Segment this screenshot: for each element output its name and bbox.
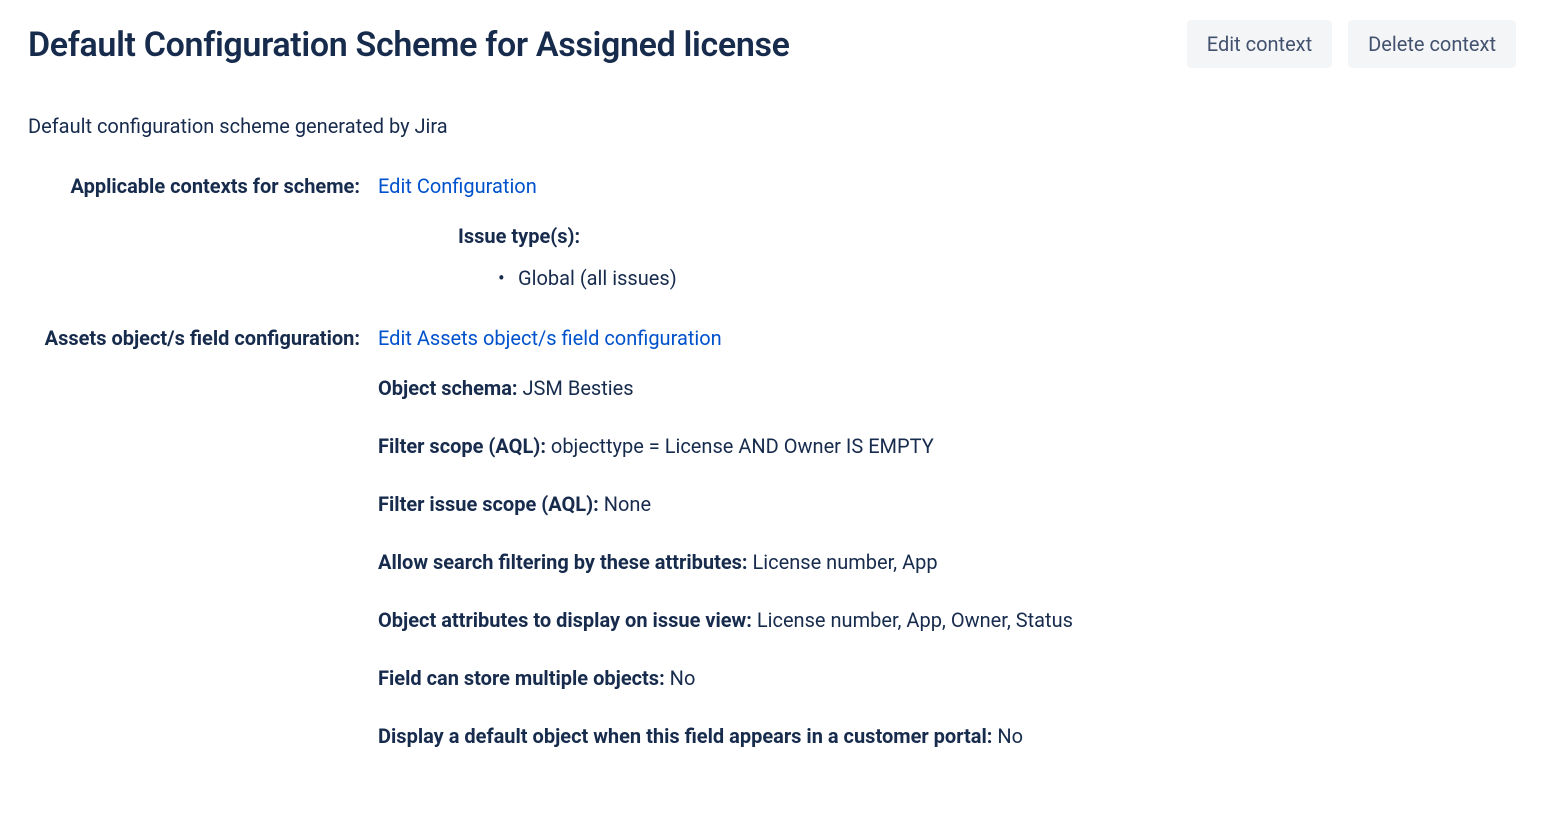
detail-value: None [599, 492, 651, 516]
detail-label: Filter issue scope (AQL): [378, 492, 599, 516]
detail-value: No [992, 724, 1023, 748]
detail-value: License number, App, Owner, Status [752, 608, 1073, 632]
assets-detail-item: Field can store multiple objects: No [378, 663, 1516, 693]
applicable-contexts-row: Applicable contexts for scheme: Edit Con… [28, 171, 1516, 293]
edit-context-button[interactable]: Edit context [1187, 20, 1332, 68]
action-buttons: Edit context Delete context [1187, 20, 1516, 68]
issue-types-heading: Issue type(s): [458, 221, 1516, 251]
assets-detail-item: Display a default object when this field… [378, 721, 1516, 751]
detail-label: Allow search filtering by these attribut… [378, 550, 748, 574]
assets-detail-item: Allow search filtering by these attribut… [378, 547, 1516, 577]
detail-value: objecttype = License AND Owner IS EMPTY [546, 434, 934, 458]
delete-context-button[interactable]: Delete context [1348, 20, 1516, 68]
assets-config-row: Assets object/s field configuration: Edi… [28, 323, 1516, 779]
page-title: Default Configuration Scheme for Assigne… [28, 20, 790, 71]
detail-label: Object schema: [378, 376, 518, 400]
detail-value: JSM Besties [518, 376, 634, 400]
detail-value: No [665, 666, 696, 690]
detail-label: Display a default object when this field… [378, 724, 992, 748]
detail-label: Filter scope (AQL): [378, 434, 546, 458]
edit-configuration-link[interactable]: Edit Configuration [378, 174, 537, 198]
detail-label: Field can store multiple objects: [378, 666, 665, 690]
assets-detail-item: Filter scope (AQL): objecttype = License… [378, 431, 1516, 461]
assets-detail-item: Filter issue scope (AQL): None [378, 489, 1516, 519]
assets-config-label: Assets object/s field configuration: [28, 323, 378, 353]
assets-detail-item: Object schema: JSM Besties [378, 373, 1516, 403]
detail-label: Object attributes to display on issue vi… [378, 608, 752, 632]
assets-detail-list: Object schema: JSM Besties Filter scope (… [378, 373, 1516, 751]
issue-type-item: Global (all issues) [498, 263, 1516, 293]
detail-value: License number, App [748, 550, 938, 574]
applicable-contexts-label: Applicable contexts for scheme: [28, 171, 378, 201]
scheme-description: Default configuration scheme generated b… [28, 111, 1516, 141]
assets-detail-item: Object attributes to display on issue vi… [378, 605, 1516, 635]
edit-assets-config-link[interactable]: Edit Assets object/s field configuration [378, 326, 722, 350]
